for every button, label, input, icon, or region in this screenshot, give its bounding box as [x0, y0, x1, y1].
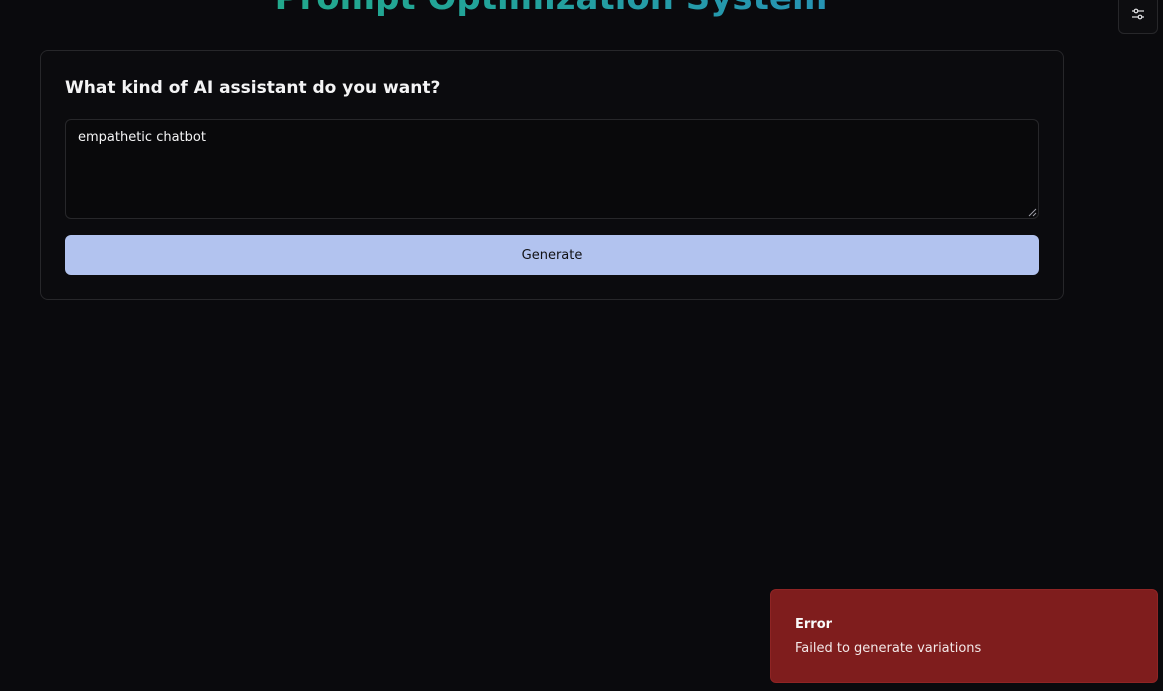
resize-grip-icon[interactable] — [1027, 207, 1037, 217]
settings-button[interactable] — [1118, 0, 1158, 34]
app-root: Prompt Optimization System What kind of … — [0, 0, 1163, 691]
toast-title: Error — [795, 617, 833, 632]
page-title: Prompt Optimization System — [0, 0, 1102, 18]
sliders-icon — [1132, 8, 1144, 20]
assistant-form-card: What kind of AI assistant do you want? e… — [40, 50, 1064, 300]
assistant-description-input[interactable]: empathetic chatbot — [65, 119, 1039, 219]
form-question-label: What kind of AI assistant do you want? — [65, 78, 441, 98]
toast-message: Failed to generate variations — [795, 641, 982, 656]
error-toast[interactable]: Error Failed to generate variations — [770, 589, 1158, 683]
generate-button[interactable]: Generate — [65, 235, 1039, 275]
